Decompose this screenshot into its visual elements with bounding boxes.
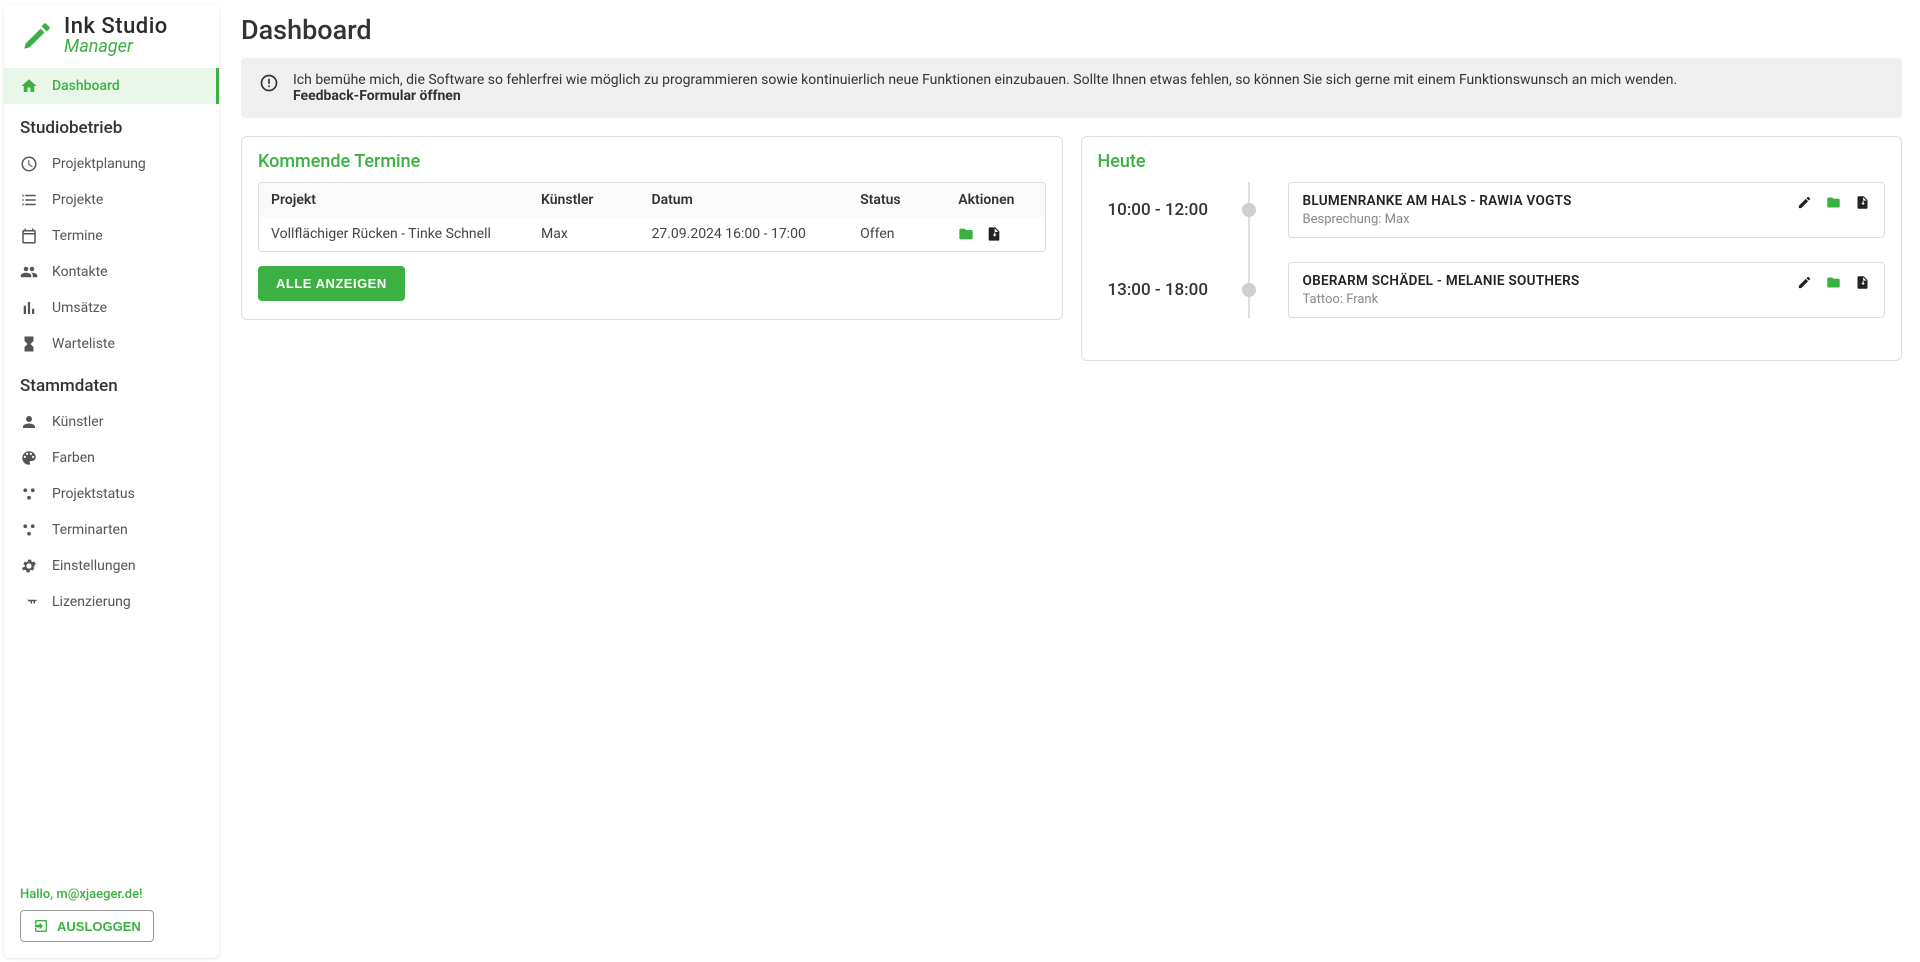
- event-card: BLUMENRANKE AM HALS - RAWIA VOGTS Bespre…: [1288, 182, 1886, 238]
- key-icon: [20, 593, 38, 611]
- cell-actions: [946, 217, 1044, 251]
- edit-icon[interactable]: [1797, 195, 1812, 210]
- timeline-item: 13:00 - 18:00 OBERARM SCHÄDEL - MELANIE …: [1108, 262, 1886, 318]
- logo-line2: Manager: [64, 38, 168, 56]
- cell-datum: 27.09.2024 16:00 - 17:00: [639, 217, 848, 251]
- cell-projekt: Vollflächiger Rücken - Tinke Schnell: [259, 217, 529, 251]
- sidebar-label: Projektstatus: [52, 486, 135, 502]
- calendar-icon: [20, 227, 38, 245]
- sidebar-label: Einstellungen: [52, 558, 136, 574]
- timeline-dot: [1242, 203, 1256, 217]
- sidebar-item-projektstatus[interactable]: Projektstatus: [4, 476, 219, 512]
- folder-icon[interactable]: [1826, 275, 1841, 290]
- file-download-icon[interactable]: [1855, 195, 1870, 210]
- sidebar-label: Künstler: [52, 414, 103, 430]
- timeline-dot: [1242, 283, 1256, 297]
- sidebar-label: Dashboard: [52, 78, 120, 94]
- sidebar-label: Kontakte: [52, 264, 108, 280]
- info-text: Ich bemühe mich, die Software so fehlerf…: [293, 72, 1677, 88]
- nav: Dashboard Studiobetrieb Projektplanung P…: [4, 64, 219, 875]
- logo: Ink Studio Manager: [4, 4, 219, 64]
- sidebar-footer: Hallo, m@xjaeger.de! AUSLOGGEN: [4, 875, 219, 958]
- sidebar-item-einstellungen[interactable]: Einstellungen: [4, 548, 219, 584]
- bar-chart-icon: [20, 299, 38, 317]
- info-banner: Ich bemühe mich, die Software so fehlerf…: [241, 58, 1902, 118]
- scatter-icon: [20, 485, 38, 503]
- timeline-item: 10:00 - 12:00 BLUMENRANKE AM HALS - RAWI…: [1108, 182, 1886, 238]
- sidebar-item-lizenzierung[interactable]: Lizenzierung: [4, 584, 219, 620]
- event-sub: Besprechung: Max: [1303, 212, 1798, 227]
- sidebar-label: Warteliste: [52, 336, 115, 352]
- sidebar-item-umsaetze[interactable]: Umsätze: [4, 290, 219, 326]
- col-aktionen: Aktionen: [946, 183, 1044, 217]
- greeting: Hallo, m@xjaeger.de!: [20, 887, 203, 902]
- sidebar-item-projektplanung[interactable]: Projektplanung: [4, 146, 219, 182]
- sidebar-item-warteliste[interactable]: Warteliste: [4, 326, 219, 362]
- scatter-icon: [20, 521, 38, 539]
- home-icon: [20, 77, 38, 95]
- hourglass-icon: [20, 335, 38, 353]
- logout-icon: [33, 918, 49, 934]
- sidebar-item-farben[interactable]: Farben: [4, 440, 219, 476]
- table-row: Vollflächiger Rücken - Tinke Schnell Max…: [259, 217, 1045, 251]
- show-all-button[interactable]: ALLE ANZEIGEN: [258, 266, 405, 301]
- event-actions: [1797, 193, 1870, 210]
- timeline: 10:00 - 12:00 BLUMENRANKE AM HALS - RAWI…: [1098, 182, 1886, 318]
- upcoming-title: Kommende Termine: [258, 151, 1046, 172]
- cell-status: Offen: [848, 217, 946, 251]
- sidebar-label: Projektplanung: [52, 156, 146, 172]
- time-range: 10:00 - 12:00: [1108, 200, 1238, 220]
- page-title: Dashboard: [241, 14, 1902, 46]
- pen-icon: [20, 19, 54, 53]
- sidebar-item-kontakte[interactable]: Kontakte: [4, 254, 219, 290]
- sidebar-item-termine[interactable]: Termine: [4, 218, 219, 254]
- table-head: Projekt Künstler Datum Status Aktionen: [259, 183, 1045, 217]
- sidebar-item-kuenstler[interactable]: Künstler: [4, 404, 219, 440]
- sidebar-item-terminarten[interactable]: Terminarten: [4, 512, 219, 548]
- list-icon: [20, 191, 38, 209]
- event-actions: [1797, 273, 1870, 290]
- col-kuenstler: Künstler: [529, 183, 639, 217]
- nav-section-stammdaten: Stammdaten: [4, 362, 219, 404]
- col-projekt: Projekt: [259, 183, 529, 217]
- info-icon: [259, 73, 279, 93]
- sidebar-item-projekte[interactable]: Projekte: [4, 182, 219, 218]
- sidebar-label: Lizenzierung: [52, 594, 131, 610]
- logout-button[interactable]: AUSLOGGEN: [20, 910, 154, 942]
- edit-icon[interactable]: [1797, 275, 1812, 290]
- logo-line1: Ink Studio: [64, 16, 168, 38]
- folder-icon[interactable]: [1826, 195, 1841, 210]
- event-card: OBERARM SCHÄDEL - MELANIE SOUTHERS Tatto…: [1288, 262, 1886, 318]
- col-status: Status: [848, 183, 946, 217]
- sidebar: Ink Studio Manager Dashboard Studiobetri…: [4, 4, 219, 958]
- clock-icon: [20, 155, 38, 173]
- upcoming-table: Projekt Künstler Datum Status Aktionen V…: [258, 182, 1046, 252]
- event-title: BLUMENRANKE AM HALS - RAWIA VOGTS: [1303, 193, 1798, 209]
- main: Dashboard Ich bemühe mich, die Software …: [223, 0, 1920, 962]
- sidebar-label: Farben: [52, 450, 95, 466]
- event-title: OBERARM SCHÄDEL - MELANIE SOUTHERS: [1303, 273, 1798, 289]
- cell-kuenstler: Max: [529, 217, 639, 251]
- time-range: 13:00 - 18:00: [1108, 280, 1238, 300]
- gear-icon: [20, 557, 38, 575]
- feedback-link[interactable]: Feedback-Formular öffnen: [293, 88, 461, 104]
- file-download-icon[interactable]: [1855, 275, 1870, 290]
- sidebar-label: Termine: [52, 228, 103, 244]
- sidebar-label: Terminarten: [52, 522, 128, 538]
- sidebar-item-dashboard[interactable]: Dashboard: [4, 68, 219, 104]
- sidebar-label: Projekte: [52, 192, 103, 208]
- nav-section-studiobetrieb: Studiobetrieb: [4, 104, 219, 146]
- sidebar-label: Umsätze: [52, 300, 107, 316]
- people-icon: [20, 263, 38, 281]
- folder-icon[interactable]: [958, 226, 974, 242]
- palette-icon: [20, 449, 38, 467]
- today-card: Heute 10:00 - 12:00 BLUMENRANKE AM HALS …: [1081, 136, 1903, 361]
- file-download-icon[interactable]: [986, 226, 1002, 242]
- upcoming-card: Kommende Termine Projekt Künstler Datum …: [241, 136, 1063, 320]
- logout-label: AUSLOGGEN: [57, 919, 141, 934]
- col-datum: Datum: [639, 183, 848, 217]
- person-icon: [20, 413, 38, 431]
- today-title: Heute: [1098, 151, 1886, 172]
- event-sub: Tattoo: Frank: [1303, 292, 1798, 307]
